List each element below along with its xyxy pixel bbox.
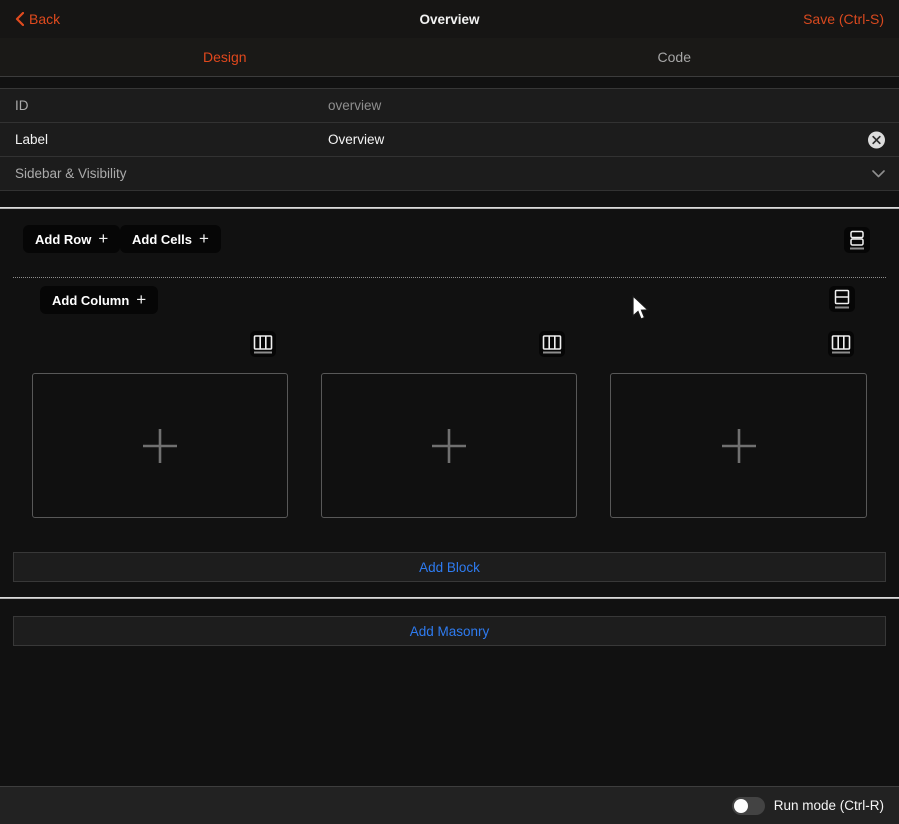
top-bar: Back Overview Save (Ctrl-S) — [0, 0, 899, 38]
x-icon — [872, 135, 881, 144]
plus-icon: + — [199, 230, 209, 247]
dotted-divider — [13, 277, 886, 278]
back-button[interactable]: Back — [15, 11, 60, 27]
form-row-id[interactable]: ID overview — [0, 89, 899, 123]
cell-columns-button[interactable] — [539, 331, 565, 357]
cell-columns-button[interactable] — [250, 331, 276, 357]
chevron-left-icon — [15, 12, 24, 26]
dashboard-editor-screen: Back Overview Save (Ctrl-S) Design Code … — [0, 0, 899, 824]
plus-icon: + — [98, 230, 108, 247]
mouse-cursor-icon — [630, 295, 650, 327]
bottom-bar: Run mode (Ctrl-R) — [0, 786, 899, 824]
cell-placeholder[interactable] — [32, 373, 288, 518]
save-button[interactable]: Save (Ctrl-S) — [803, 11, 884, 27]
row-split-button[interactable] — [829, 286, 855, 312]
tab-design[interactable]: Design — [0, 38, 450, 76]
add-block-button[interactable]: Add Block — [13, 552, 886, 582]
add-row-button[interactable]: Add Row + — [23, 225, 120, 253]
split-rows-icon — [831, 288, 853, 310]
tab-code[interactable]: Code — [450, 38, 899, 76]
form-row-label[interactable]: Label Overview — [0, 123, 899, 157]
add-cell-plus-icon — [141, 427, 179, 465]
clear-label-button[interactable] — [868, 131, 885, 148]
label-label: Label — [15, 132, 48, 147]
add-cell-plus-icon — [430, 427, 468, 465]
add-cells-label: Add Cells — [132, 232, 192, 247]
properties-form: ID overview Label Overview Sidebar & Vis… — [0, 88, 899, 191]
add-masonry-button[interactable]: Add Masonry — [13, 616, 886, 646]
tab-bar: Design Code — [0, 38, 899, 77]
add-block-label: Add Block — [419, 560, 480, 575]
id-value[interactable]: overview — [328, 98, 381, 113]
form-row-sidebar-visibility[interactable]: Sidebar & Visibility — [0, 157, 899, 191]
rows-icon — [846, 229, 868, 251]
section-divider — [0, 207, 899, 209]
run-mode-label: Run mode (Ctrl-R) — [774, 798, 884, 813]
id-label: ID — [15, 98, 29, 113]
run-mode-toggle[interactable] — [732, 797, 765, 815]
columns-icon — [540, 332, 564, 356]
back-label: Back — [29, 11, 60, 27]
sidebar-visibility-label: Sidebar & Visibility — [15, 166, 127, 181]
add-column-label: Add Column — [52, 293, 129, 308]
cell-placeholder[interactable] — [321, 373, 577, 518]
add-masonry-label: Add Masonry — [410, 624, 490, 639]
cell-placeholder[interactable] — [610, 373, 867, 518]
add-column-button[interactable]: Add Column + — [40, 286, 158, 314]
label-value[interactable]: Overview — [328, 132, 384, 147]
add-cells-button[interactable]: Add Cells + — [120, 225, 221, 253]
chevron-down-icon — [872, 165, 885, 183]
plus-icon: + — [136, 291, 146, 308]
toggle-knob — [734, 799, 748, 813]
add-row-label: Add Row — [35, 232, 91, 247]
rows-layout-button[interactable] — [844, 227, 870, 253]
cell-columns-button[interactable] — [828, 331, 854, 357]
columns-icon — [829, 332, 853, 356]
page-title: Overview — [0, 12, 899, 27]
section-divider — [0, 597, 899, 599]
add-cell-plus-icon — [720, 427, 758, 465]
columns-icon — [251, 332, 275, 356]
